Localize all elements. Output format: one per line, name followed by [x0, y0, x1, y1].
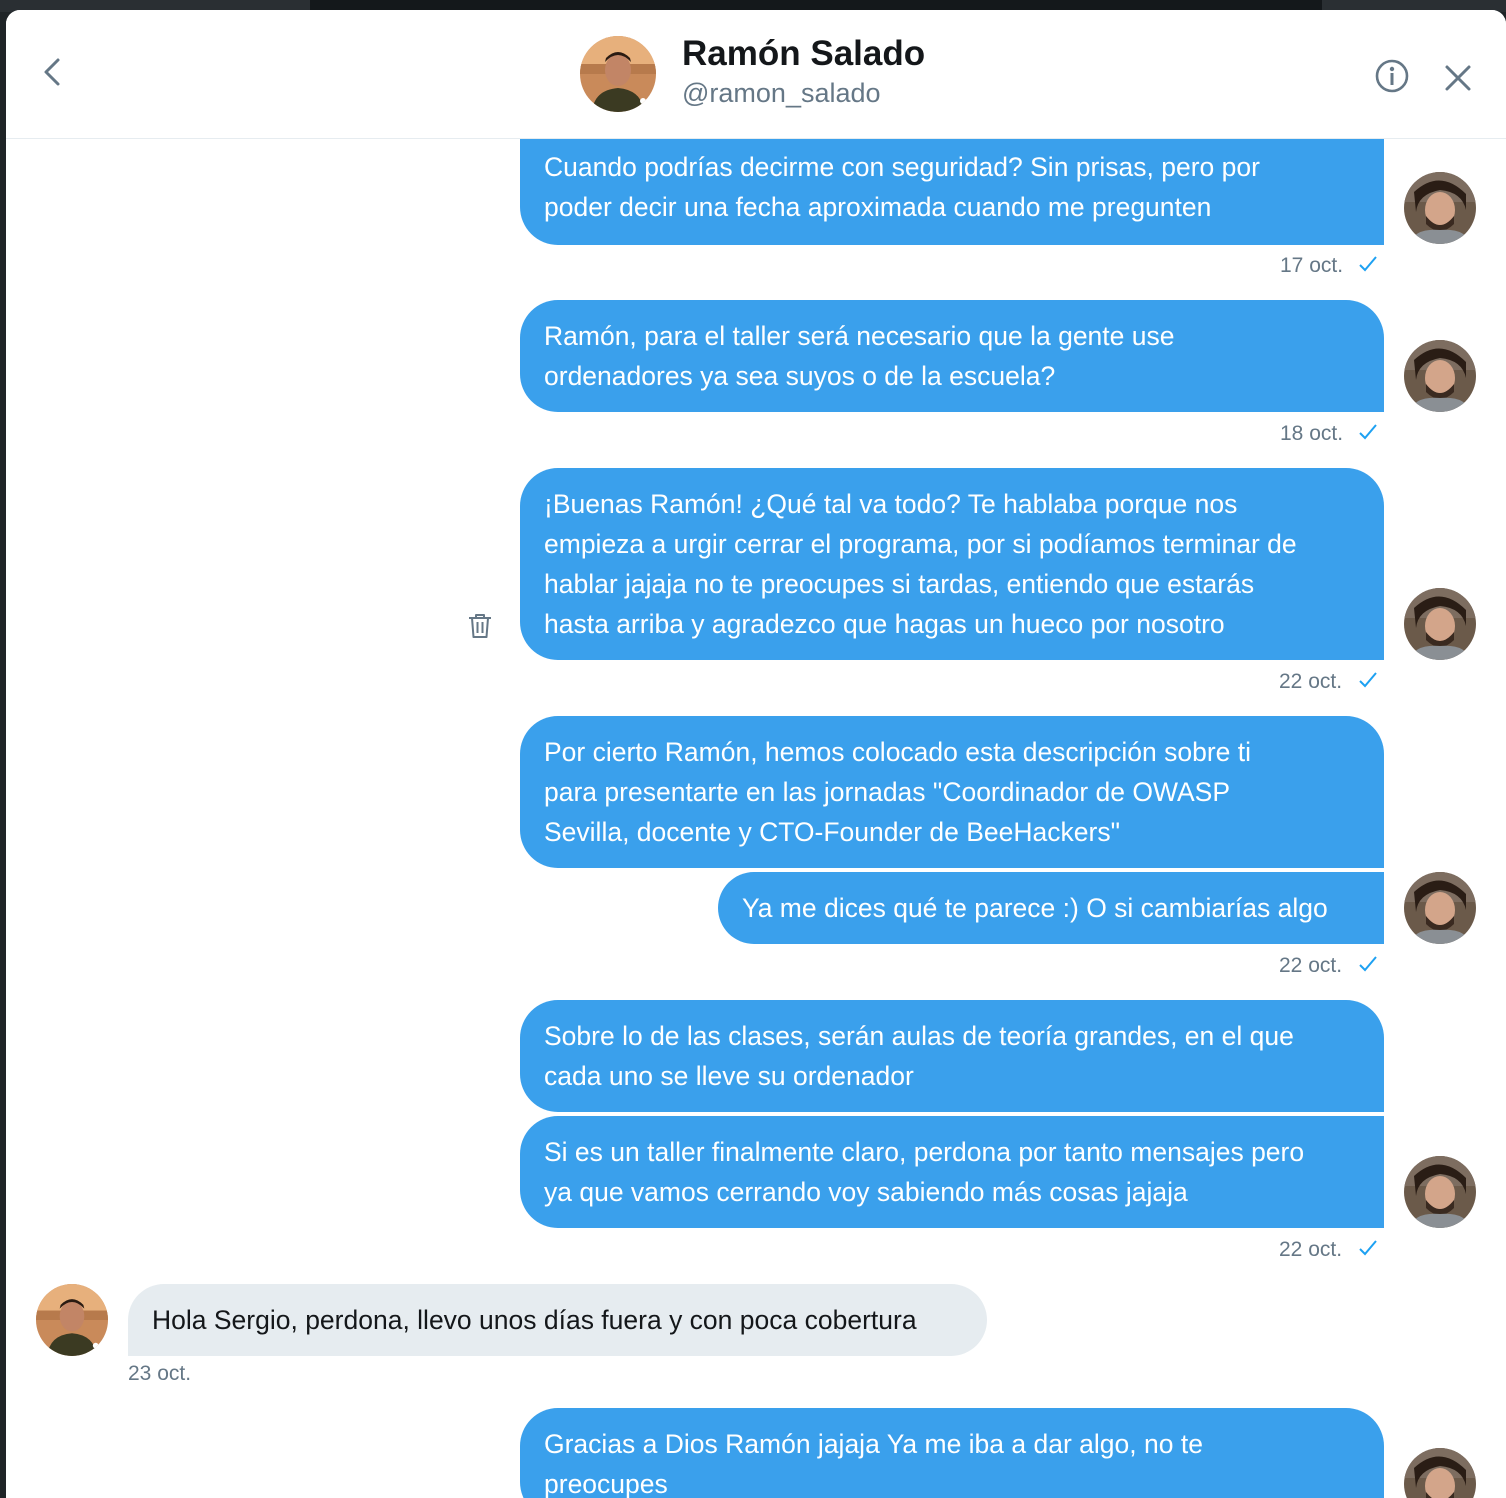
avatar[interactable]: [1404, 340, 1476, 412]
avatar[interactable]: [1404, 588, 1476, 660]
message-text: Sobre lo de las clases, serán aulas de t…: [544, 1021, 1294, 1051]
close-icon: [1445, 65, 1471, 91]
contact-handle[interactable]: @ramon_salado: [682, 78, 881, 109]
check-icon: [1358, 255, 1378, 273]
message-text: para presentarte en las jornadas "Coordi…: [544, 777, 1231, 807]
dm-conversation-modal: Ramón Salado @ramon_salado Cuando podría…: [6, 10, 1506, 1498]
message-timestamp: 17 oct.: [1280, 254, 1344, 277]
avatar[interactable]: [1404, 1448, 1476, 1498]
info-button[interactable]: [1372, 58, 1412, 98]
avatar[interactable]: [1404, 172, 1476, 244]
check-icon: [1358, 1239, 1378, 1257]
message-timestamp: 22 oct.: [1279, 1238, 1343, 1261]
message-text: ya que vamos cerrando voy sabiendo más c…: [544, 1177, 1188, 1207]
message-text: Ramón, para el taller será necesario que…: [544, 321, 1175, 351]
message-text: Si es un taller finalmente claro, perdon…: [544, 1137, 1305, 1167]
message-bubble[interactable]: Si es un taller finalmente claro, perdon…: [520, 1116, 1384, 1228]
message-bubble[interactable]: Sobre lo de las clases, serán aulas de t…: [520, 1000, 1384, 1112]
message-text: Por cierto Ramón, hemos colocado esta de…: [544, 737, 1252, 767]
contact-name[interactable]: Ramón Salado: [682, 34, 925, 74]
back-button[interactable]: [36, 52, 72, 92]
message-bubble[interactable]: Ramón, para el taller será necesario que…: [520, 300, 1384, 412]
message-timestamp: 22 oct.: [1279, 954, 1343, 977]
message-text: ordenadores ya sea suyos o de la escuela…: [544, 361, 1056, 391]
avatar[interactable]: [1404, 1156, 1476, 1228]
delete-message-button[interactable]: [467, 612, 493, 640]
check-icon: [1358, 671, 1378, 689]
check-icon: [1358, 955, 1378, 973]
message-text: hasta arriba y agradezco que hagas un hu…: [544, 609, 1225, 639]
message-bubble[interactable]: Cuando podrías decirme con seguridad? Si…: [520, 139, 1384, 245]
message-text: poder decir una fecha aproximada cuando …: [544, 192, 1212, 222]
check-icon: [1358, 423, 1378, 441]
close-button[interactable]: [1440, 60, 1476, 96]
message-text: Hola Sergio, perdona, llevo unos días fu…: [152, 1305, 917, 1335]
avatar[interactable]: [1404, 872, 1476, 944]
message-text: Ya me dices qué te parece :) O si cambia…: [742, 893, 1328, 923]
message-bubble[interactable]: Por cierto Ramón, hemos colocado esta de…: [520, 716, 1384, 868]
message-timestamp: 23 oct.: [128, 1362, 192, 1385]
message-timestamp: 22 oct.: [1279, 670, 1343, 693]
conversation-header: Ramón Salado @ramon_salado: [6, 10, 1506, 139]
message-text: ¡Buenas Ramón! ¿Qué tal va todo? Te habl…: [544, 489, 1238, 519]
message-text: preocupes: [544, 1469, 668, 1498]
message-bubble[interactable]: ¡Buenas Ramón! ¿Qué tal va todo? Te habl…: [520, 468, 1384, 660]
message-text: hablar jajaja no te preocupes si tardas,…: [544, 569, 1255, 599]
trash-icon: [469, 614, 491, 638]
info-icon: [1375, 59, 1409, 93]
message-text: Gracias a Dios Ramón jajaja Ya me iba a …: [544, 1429, 1203, 1459]
message-bubble[interactable]: Hola Sergio, perdona, llevo unos días fu…: [128, 1284, 987, 1356]
message-bubble[interactable]: Gracias a Dios Ramón jajaja Ya me iba a …: [520, 1408, 1384, 1498]
message-text: Sevilla, docente y CTO-Founder de BeeHac…: [544, 817, 1120, 847]
chevron-left-icon: [44, 58, 60, 86]
message-thread[interactable]: Cuando podrías decirme con seguridad? Si…: [6, 139, 1506, 1498]
message-text: empieza a urgir cerrar el programa, por …: [544, 529, 1297, 559]
avatar[interactable]: [36, 1284, 108, 1356]
avatar[interactable]: [580, 36, 656, 112]
message-text: cada uno se lleve su ordenador: [544, 1061, 914, 1091]
message-text: Cuando podrías decirme con seguridad? Si…: [544, 152, 1260, 182]
message-bubble[interactable]: Ya me dices qué te parece :) O si cambia…: [718, 872, 1384, 944]
message-timestamp: 18 oct.: [1280, 422, 1344, 445]
